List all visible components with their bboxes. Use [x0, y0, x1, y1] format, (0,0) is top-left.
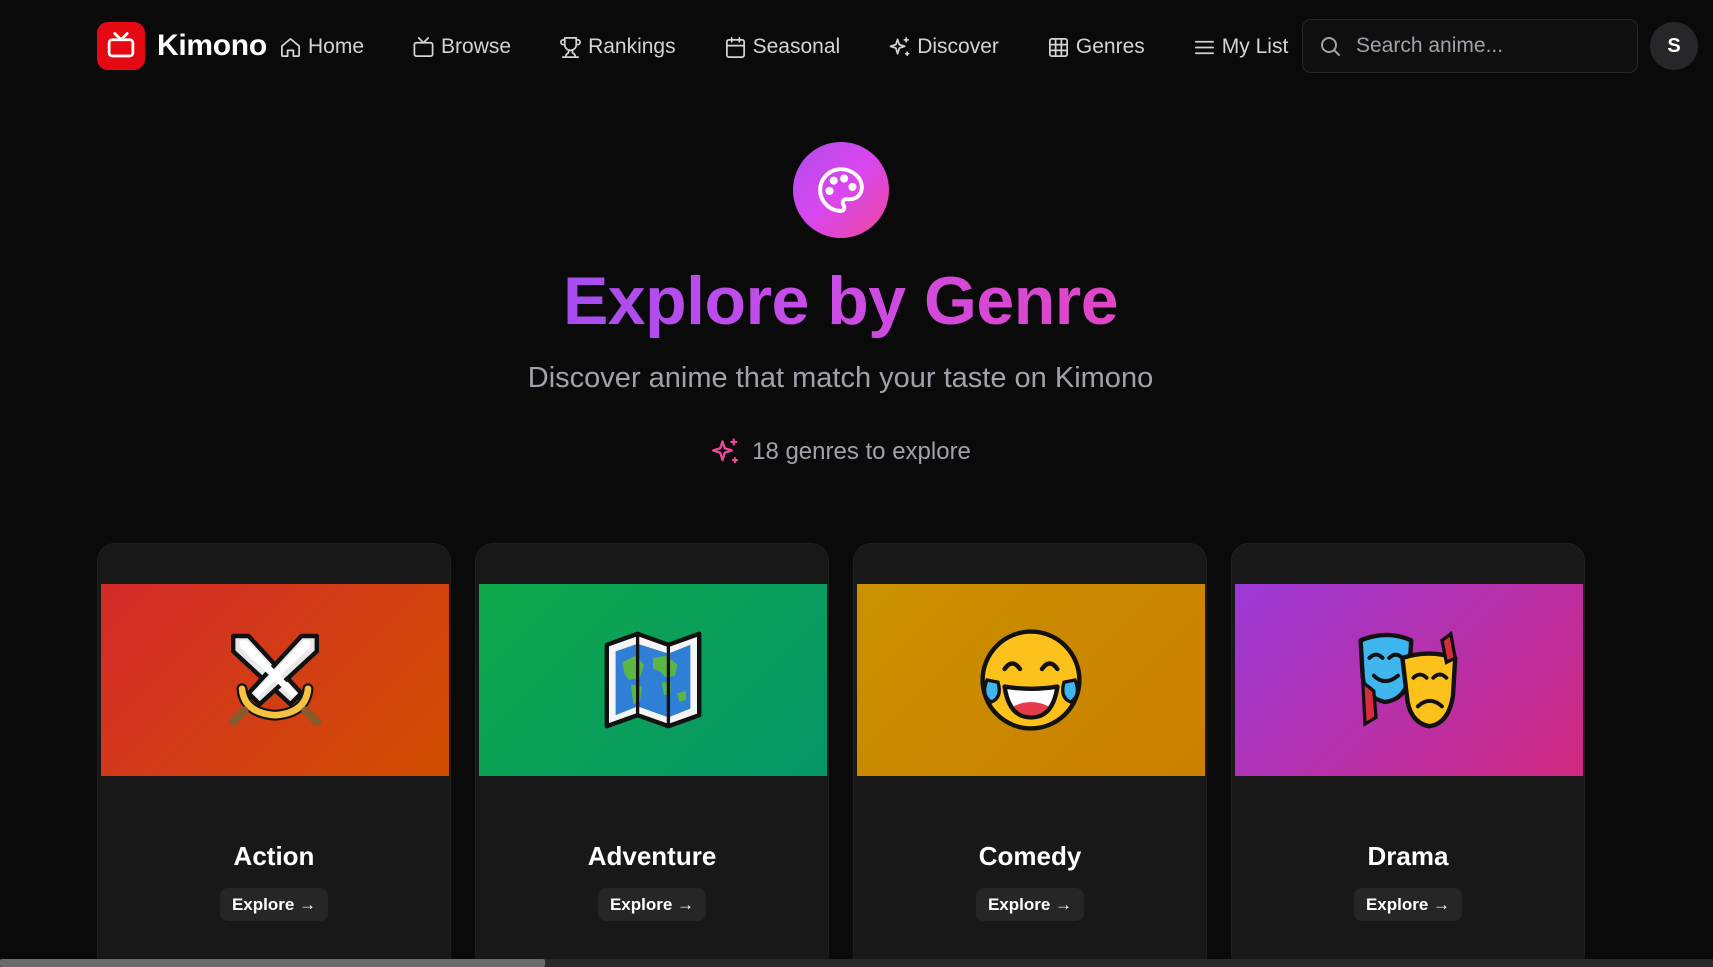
genre-count-text: 18 genres to explore — [752, 438, 971, 465]
nav-label: Browse — [441, 35, 512, 58]
calendar-icon — [725, 36, 745, 58]
nav-item-seasonal[interactable]: Seasonal — [724, 28, 841, 66]
world-map-icon — [604, 631, 702, 729]
page-title: Explore by Genre — [562, 263, 1119, 339]
nav-label: Rankings — [588, 35, 676, 58]
nav-item-rankings[interactable]: Rankings — [559, 28, 676, 66]
explore-button[interactable]: Explore → — [219, 888, 329, 921]
brand-name: Kimono — [157, 29, 267, 62]
user-avatar[interactable]: S — [1650, 22, 1698, 70]
tv-icon — [413, 36, 434, 57]
genre-name: Drama — [1367, 841, 1449, 871]
nav-label: My List — [1221, 35, 1289, 58]
nav-item-genres[interactable]: Genres — [1047, 28, 1145, 66]
search-icon — [1321, 37, 1340, 56]
genre-banner — [857, 584, 1205, 776]
explore-button[interactable]: Explore → — [975, 888, 1085, 921]
search-box[interactable] — [1302, 19, 1638, 73]
list-icon — [1194, 40, 1214, 54]
performing-arts-icon — [1358, 630, 1458, 729]
nav-label: Discover — [917, 35, 999, 58]
top-nav-bar: Kimono Home Browse Rankings Seasonal Dis… — [0, 0, 1713, 94]
genre-banner — [101, 584, 449, 776]
explore-button[interactable]: Explore → — [597, 888, 707, 921]
genre-name: Action — [233, 841, 315, 871]
explore-button[interactable]: Explore → — [1353, 888, 1463, 921]
nav-item-discover[interactable]: Discover — [888, 28, 999, 66]
grid-icon — [1048, 37, 1068, 57]
crossed-swords-icon — [228, 633, 322, 727]
nav-label: Seasonal — [752, 35, 841, 58]
search-input[interactable] — [1356, 34, 1626, 58]
scrollbar-thumb[interactable] — [0, 959, 545, 967]
genre-card-comedy[interactable]: Comedy Explore → — [853, 543, 1207, 967]
sparkles-icon — [712, 438, 739, 464]
genre-card-drama[interactable]: Drama Explore → — [1231, 543, 1585, 967]
genre-banner — [1235, 584, 1583, 776]
horizontal-scrollbar[interactable] — [0, 959, 1713, 967]
sparkles-icon — [889, 36, 910, 56]
home-icon — [281, 37, 300, 57]
nav-label: Home — [308, 35, 365, 58]
tv-logo-icon — [97, 22, 145, 70]
palette-icon — [793, 142, 889, 238]
trophy-icon — [560, 36, 581, 58]
genre-name: Comedy — [978, 841, 1082, 871]
genre-card-action[interactable]: Action Explore → — [97, 543, 451, 967]
genre-card-adventure[interactable]: Adventure Explore → — [475, 543, 829, 967]
page-subtitle: Discover anime that match your taste on … — [527, 362, 1154, 394]
tears-of-joy-icon — [980, 629, 1082, 731]
nav-item-my-list[interactable]: My List — [1193, 28, 1289, 66]
main-nav: Home Browse Rankings Seasonal Discover G… — [279, 28, 1288, 66]
genre-banner — [479, 584, 827, 776]
genre-count: 18 genres to explore — [0, 437, 1681, 467]
nav-item-browse[interactable]: Browse — [412, 28, 511, 66]
nav-item-home[interactable]: Home — [279, 28, 364, 66]
genre-name: Adventure — [587, 841, 717, 871]
brand-logo[interactable]: Kimono — [97, 22, 267, 70]
nav-label: Genres — [1075, 35, 1145, 58]
